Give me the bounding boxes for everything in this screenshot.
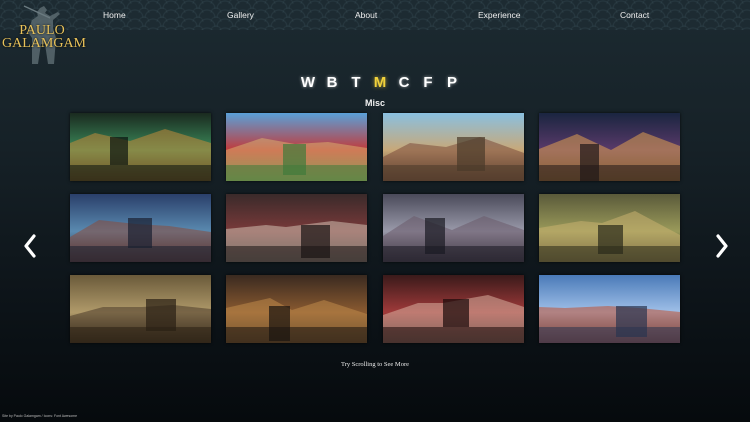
category-t[interactable]: T <box>344 74 368 91</box>
thumb-desert-market-street[interactable] <box>383 113 524 181</box>
thumb-green-tavern-interior[interactable] <box>70 113 211 181</box>
category-m[interactable]: M <box>368 74 392 91</box>
thumb-night-town-street[interactable] <box>539 113 680 181</box>
thumb-red-temple-hall[interactable] <box>226 194 367 262</box>
nav-contact[interactable]: Contact <box>620 10 649 20</box>
category-f[interactable]: F <box>416 74 440 91</box>
thumb-swamp-house[interactable] <box>70 194 211 262</box>
logo-line2: GALAMGAM <box>2 36 86 51</box>
thumb-blue-mountain-pass[interactable] <box>539 275 680 343</box>
category-selector: W B T M C F P <box>296 74 464 91</box>
thumb-red-roof-village[interactable] <box>226 113 367 181</box>
thumb-jungle-ruins[interactable] <box>539 194 680 262</box>
footer-credit: Site by Paulo Galamgam / Icons: Font Awe… <box>2 414 78 418</box>
nav-gallery[interactable]: Gallery <box>227 10 254 20</box>
category-w[interactable]: W <box>296 74 320 91</box>
next-arrow-icon[interactable] <box>714 233 730 259</box>
category-b[interactable]: B <box>320 74 344 91</box>
category-p[interactable]: P <box>440 74 464 91</box>
thumb-snowy-gate[interactable] <box>383 194 524 262</box>
category-c[interactable]: C <box>392 74 416 91</box>
category-title: Misc <box>364 98 385 108</box>
logo[interactable]: PAULO GALAMGAM <box>2 4 86 66</box>
thumb-desert-fortress[interactable] <box>70 275 211 343</box>
thumb-red-canyon[interactable] <box>383 275 524 343</box>
thumb-workshop-interior[interactable] <box>226 275 367 343</box>
nav-home[interactable]: Home <box>103 10 126 20</box>
scroll-hint: Try Scrolling to See More <box>340 361 409 368</box>
previous-arrow-icon[interactable] <box>22 233 38 259</box>
nav-about[interactable]: About <box>355 10 377 20</box>
nav-experience[interactable]: Experience <box>478 10 521 20</box>
